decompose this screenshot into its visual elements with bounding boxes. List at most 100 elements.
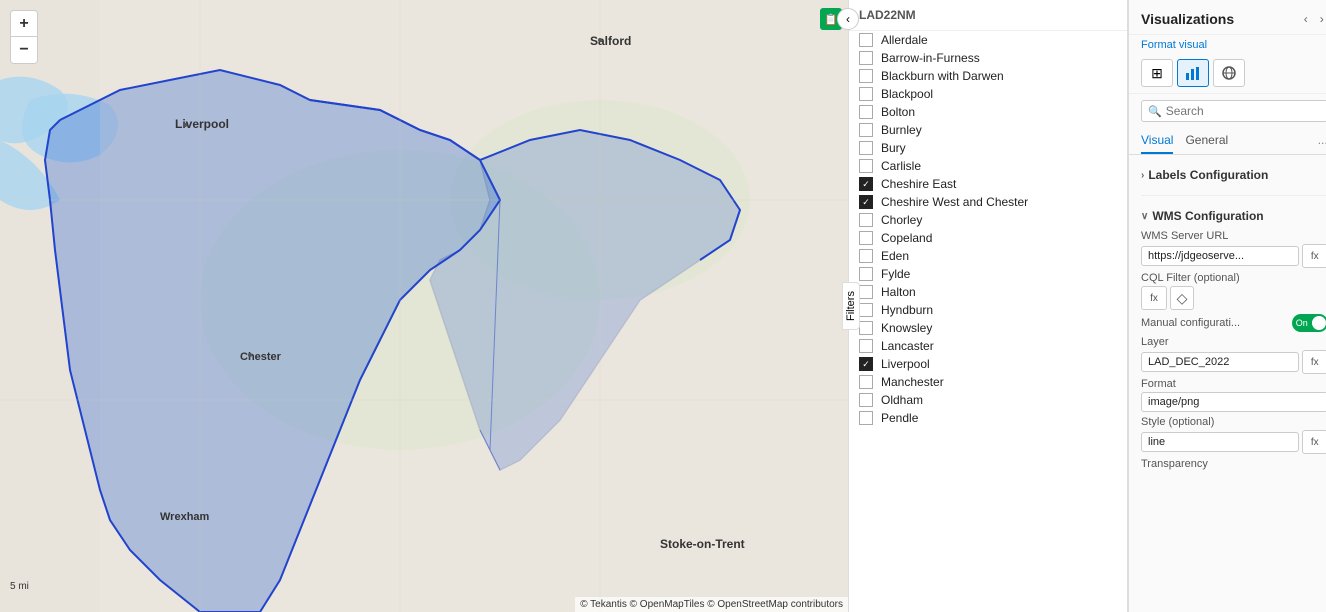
filter-item[interactable]: Eden — [849, 247, 1127, 265]
wms-section-header[interactable]: ∨ WMS Configuration — [1141, 206, 1326, 226]
filter-item[interactable]: Cheshire West and Chester — [849, 193, 1127, 211]
wms-section: ∨ WMS Configuration WMS Server URL fx CQ… — [1129, 202, 1326, 476]
manual-config-toggle[interactable]: On — [1292, 314, 1326, 332]
filter-label: Burnley — [881, 123, 922, 137]
cql-fx-button[interactable]: fx — [1141, 286, 1167, 310]
filters-collapse-button[interactable]: ‹ — [837, 8, 859, 30]
filter-item[interactable]: Blackpool — [849, 85, 1127, 103]
zoom-out-button[interactable]: − — [11, 37, 37, 63]
wms-section-title: WMS Configuration — [1152, 209, 1263, 223]
filter-checkbox[interactable] — [859, 285, 873, 299]
filter-checkbox[interactable] — [859, 267, 873, 281]
format-input[interactable] — [1141, 392, 1326, 412]
filter-item[interactable]: Cheshire East — [849, 175, 1127, 193]
style-input[interactable] — [1141, 432, 1299, 452]
filter-item[interactable]: Hyndburn — [849, 301, 1127, 319]
filter-checkbox[interactable] — [859, 195, 873, 209]
search-input[interactable] — [1166, 104, 1321, 118]
filter-item[interactable]: Carlisle — [849, 157, 1127, 175]
filter-item[interactable]: Bolton — [849, 103, 1127, 121]
labels-chevron: › — [1141, 170, 1144, 181]
filter-checkbox[interactable] — [859, 141, 873, 155]
tab-general[interactable]: General — [1185, 128, 1228, 154]
filter-checkbox[interactable] — [859, 159, 873, 173]
layer-fx-button[interactable]: fx — [1302, 350, 1326, 374]
filter-item[interactable]: Oldham — [849, 391, 1127, 409]
filter-label: Cheshire East — [881, 177, 956, 191]
filter-label: Lancaster — [881, 339, 934, 353]
filter-label: Manchester — [881, 375, 944, 389]
layer-input[interactable] — [1141, 352, 1299, 372]
filter-item[interactable]: Halton — [849, 283, 1127, 301]
svg-text:Wrexham: Wrexham — [160, 511, 210, 523]
filter-checkbox[interactable] — [859, 51, 873, 65]
filter-item[interactable]: Burnley — [849, 121, 1127, 139]
filter-label: Halton — [881, 285, 916, 299]
svg-text:Salford: Salford — [590, 34, 631, 48]
wms-url-field: WMS Server URL fx — [1141, 230, 1326, 268]
viz-title: Visualizations — [1141, 11, 1234, 27]
svg-text:Stoke-on-Trent: Stoke-on-Trent — [660, 537, 745, 551]
wms-url-fx-button[interactable]: fx — [1302, 244, 1326, 268]
cql-input-row: fx ◇ — [1141, 286, 1326, 310]
map-scale: 5 mi — [10, 581, 29, 592]
filter-checkbox[interactable] — [859, 357, 873, 371]
style-fx-button[interactable]: fx — [1302, 430, 1326, 454]
filter-checkbox[interactable] — [859, 393, 873, 407]
filter-checkbox[interactable] — [859, 321, 873, 335]
filter-checkbox[interactable] — [859, 69, 873, 83]
filter-item[interactable]: Blackburn with Darwen — [849, 67, 1127, 85]
filter-checkbox[interactable] — [859, 249, 873, 263]
filter-label: Bury — [881, 141, 906, 155]
filter-item[interactable]: Liverpool — [849, 355, 1127, 373]
viz-nav-forward[interactable]: › — [1316, 10, 1326, 28]
filter-checkbox[interactable] — [859, 213, 873, 227]
zoom-in-button[interactable]: + — [11, 11, 37, 37]
tab-more[interactable]: ... — [1318, 128, 1326, 154]
map-attribution: © Tekantis © OpenMapTiles © OpenStreetMa… — [575, 597, 848, 612]
viz-nav-back[interactable]: ‹ — [1300, 10, 1312, 28]
filter-checkbox[interactable] — [859, 303, 873, 317]
filter-item[interactable]: Chorley — [849, 211, 1127, 229]
filter-item[interactable]: Barrow-in-Furness — [849, 49, 1127, 67]
viz-format-label: Format visual — [1129, 35, 1326, 55]
table-view-button[interactable]: ⊞ — [1141, 59, 1173, 87]
filter-item[interactable]: Manchester — [849, 373, 1127, 391]
chart-view-button[interactable] — [1177, 59, 1209, 87]
wms-url-input[interactable] — [1141, 246, 1299, 266]
filter-item[interactable]: Lancaster — [849, 337, 1127, 355]
filters-tab[interactable]: Filters — [842, 282, 860, 330]
filter-checkbox[interactable] — [859, 87, 873, 101]
filter-item[interactable]: Fylde — [849, 265, 1127, 283]
filter-checkbox[interactable] — [859, 123, 873, 137]
format-input-row — [1141, 392, 1326, 412]
labels-section-header[interactable]: › Labels Configuration — [1141, 165, 1326, 185]
filter-item[interactable]: Pendle — [849, 409, 1127, 427]
map-zoom-controls[interactable]: + − — [10, 10, 38, 64]
filter-list: AllerdaleBarrow-in-FurnessBlackburn with… — [849, 31, 1127, 612]
toggle-knob — [1312, 316, 1326, 330]
cql-filter-field: CQL Filter (optional) fx ◇ — [1141, 272, 1326, 310]
style-label: Style (optional) — [1141, 416, 1326, 428]
filter-label: Knowsley — [881, 321, 932, 335]
filter-checkbox[interactable] — [859, 105, 873, 119]
filter-item[interactable]: Knowsley — [849, 319, 1127, 337]
cql-clear-button[interactable]: ◇ — [1170, 286, 1194, 310]
filter-label: Blackpool — [881, 87, 933, 101]
viz-search-box[interactable]: 🔍 — [1141, 100, 1326, 122]
filter-checkbox[interactable] — [859, 339, 873, 353]
viz-header: Visualizations ‹ › — [1129, 0, 1326, 35]
filter-checkbox[interactable] — [859, 375, 873, 389]
filter-item[interactable]: Bury — [849, 139, 1127, 157]
filter-item[interactable]: Allerdale — [849, 31, 1127, 49]
filter-checkbox[interactable] — [859, 231, 873, 245]
filter-item[interactable]: Copeland — [849, 229, 1127, 247]
tab-visual[interactable]: Visual — [1141, 128, 1173, 154]
filter-checkbox[interactable] — [859, 177, 873, 191]
map-view-button[interactable] — [1213, 59, 1245, 87]
filter-checkbox[interactable] — [859, 33, 873, 47]
filter-checkbox[interactable] — [859, 411, 873, 425]
map-area[interactable]: Liverpool Chester Wrexham Salford Stoke-… — [0, 0, 848, 612]
filter-label: Bolton — [881, 105, 915, 119]
toggle-on-text: On — [1296, 318, 1308, 328]
